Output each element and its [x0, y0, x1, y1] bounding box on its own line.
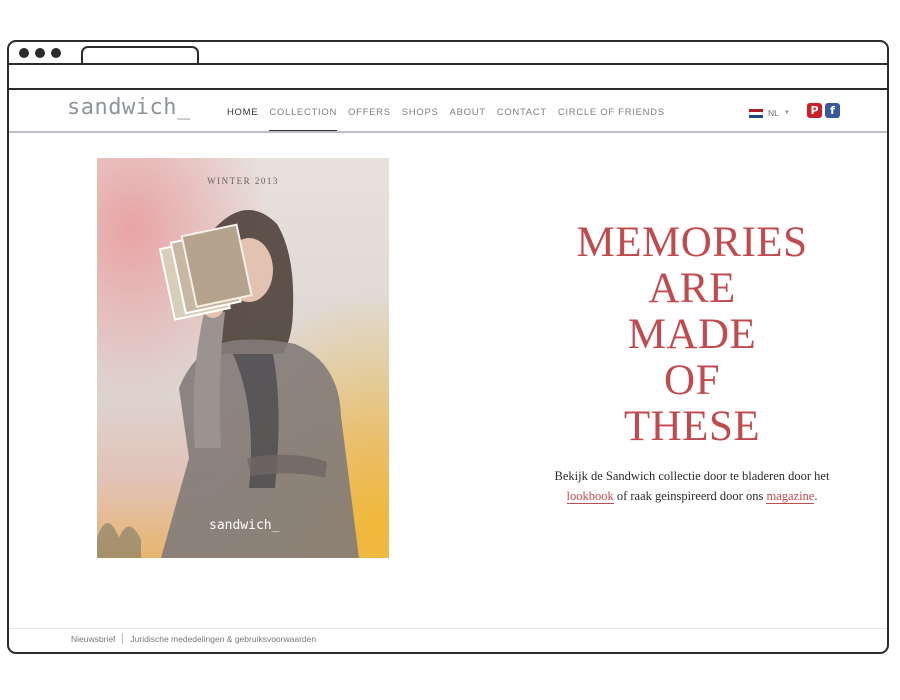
description-text: Bekijk de Sandwich collectie door te bla…	[554, 469, 830, 483]
pinterest-icon[interactable]: P	[807, 103, 822, 118]
language-label: NL	[768, 108, 779, 118]
close-dot[interactable]	[19, 48, 29, 58]
description-text: of raak geinspireerd door ons	[613, 489, 767, 503]
nav-collection[interactable]: COLLECTION	[269, 107, 337, 132]
headline-line: ARE	[648, 265, 736, 312]
header-underline	[9, 131, 887, 133]
nav-home[interactable]: HOME	[227, 107, 258, 118]
browser-window: sandwich_ HOME COLLECTION OFFERS SHOPS A…	[7, 40, 889, 654]
cover-brand: sandwich_	[209, 518, 280, 533]
language-selector[interactable]: NL ▼	[749, 108, 790, 118]
hero-headline: MEMORIES ARE MADE OF THESE	[539, 220, 845, 450]
nav-circle-of-friends[interactable]: CIRCLE OF FRIENDS	[558, 107, 665, 118]
headline-line: OF	[664, 357, 720, 404]
hero-description: Bekijk de Sandwich collectie door te bla…	[539, 466, 845, 506]
site-footer: Nieuwsbrief Juridische mededelingen & ge…	[9, 628, 887, 652]
footer-separator	[122, 633, 124, 644]
footer-links: Nieuwsbrief Juridische mededelingen & ge…	[71, 633, 316, 644]
footer-link-newsletter[interactable]: Nieuwsbrief	[71, 634, 115, 644]
nav-shops[interactable]: SHOPS	[402, 107, 439, 118]
headline-line: MEMORIES	[576, 219, 808, 266]
window-controls	[19, 48, 61, 58]
headline-line: MADE	[627, 311, 757, 358]
site-header: sandwich_ HOME COLLECTION OFFERS SHOPS A…	[9, 90, 887, 132]
magazine-link[interactable]: magazine	[766, 489, 815, 504]
lookbook-link[interactable]: lookbook	[566, 489, 614, 504]
headline-line: THESE	[623, 403, 761, 450]
caret-down-icon: ▼	[783, 110, 790, 116]
site-logo[interactable]: sandwich_	[67, 95, 191, 120]
facebook-icon[interactable]: f	[825, 103, 840, 118]
description-text: .	[814, 489, 818, 503]
footer-link-legal[interactable]: Juridische mededelingen & gebruiksvoorwa…	[130, 634, 316, 644]
netherlands-flag-icon	[749, 108, 763, 118]
cover-photo	[97, 209, 359, 558]
nav-offers[interactable]: OFFERS	[348, 107, 391, 118]
nav-about[interactable]: ABOUT	[450, 107, 486, 118]
tabstrip-divider	[9, 63, 887, 65]
maximize-dot[interactable]	[51, 48, 61, 58]
lookbook-cover[interactable]: WINTER 2013 sandwich_	[97, 158, 389, 558]
nav-contact[interactable]: CONTACT	[497, 107, 547, 118]
minimize-dot[interactable]	[35, 48, 45, 58]
social-links: P f	[807, 103, 840, 118]
main-nav: HOME COLLECTION OFFERS SHOPS ABOUT CONTA…	[227, 107, 665, 132]
